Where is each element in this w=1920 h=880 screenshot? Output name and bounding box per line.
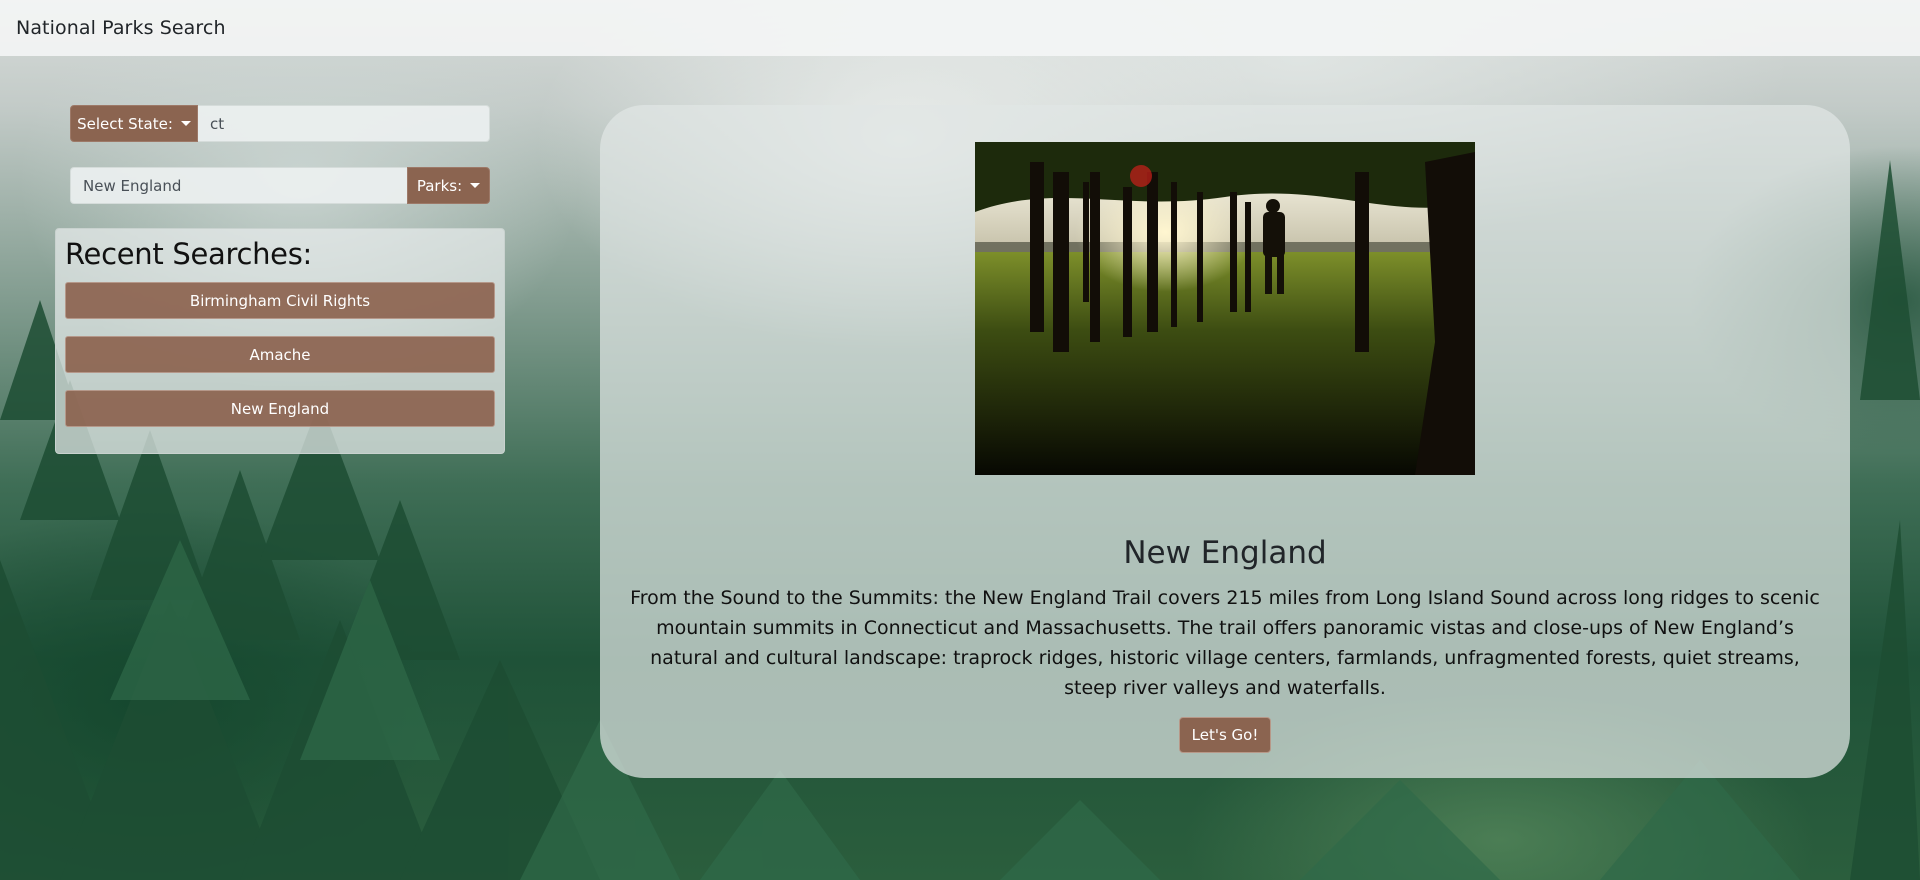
parks-dropdown[interactable]: Parks: bbox=[407, 167, 490, 204]
navbar-brand[interactable]: National Parks Search bbox=[16, 17, 226, 39]
park-photo-illustration bbox=[975, 142, 1475, 475]
recent-searches-title: Recent Searches: bbox=[65, 237, 312, 271]
caret-down-icon bbox=[470, 183, 481, 188]
select-state-dropdown[interactable]: Select State: bbox=[70, 105, 198, 142]
park-image bbox=[975, 142, 1475, 475]
state-input[interactable] bbox=[198, 105, 490, 142]
park-search-group: Parks: bbox=[70, 167, 490, 204]
state-search-group: Select State: bbox=[70, 105, 490, 142]
search-panel: Select State: Parks: bbox=[70, 105, 490, 204]
park-name: New England bbox=[1123, 535, 1327, 571]
park-input[interactable] bbox=[70, 167, 407, 204]
lets-go-button[interactable]: Let's Go! bbox=[1178, 717, 1272, 753]
parks-dropdown-label: Parks: bbox=[416, 176, 463, 195]
recent-search-item[interactable]: Amache bbox=[65, 336, 495, 373]
recent-search-item[interactable]: Birmingham Civil Rights bbox=[65, 282, 495, 319]
park-detail-panel: New England From the Sound to the Summit… bbox=[600, 105, 1850, 778]
navbar: National Parks Search bbox=[0, 0, 1920, 56]
park-description: From the Sound to the Summits: the New E… bbox=[630, 587, 1820, 699]
recent-searches-card: Recent Searches: Birmingham Civil Rights… bbox=[55, 228, 505, 454]
caret-down-icon bbox=[180, 121, 191, 126]
recent-search-item[interactable]: New England bbox=[65, 390, 495, 427]
select-state-label: Select State: bbox=[77, 114, 173, 133]
